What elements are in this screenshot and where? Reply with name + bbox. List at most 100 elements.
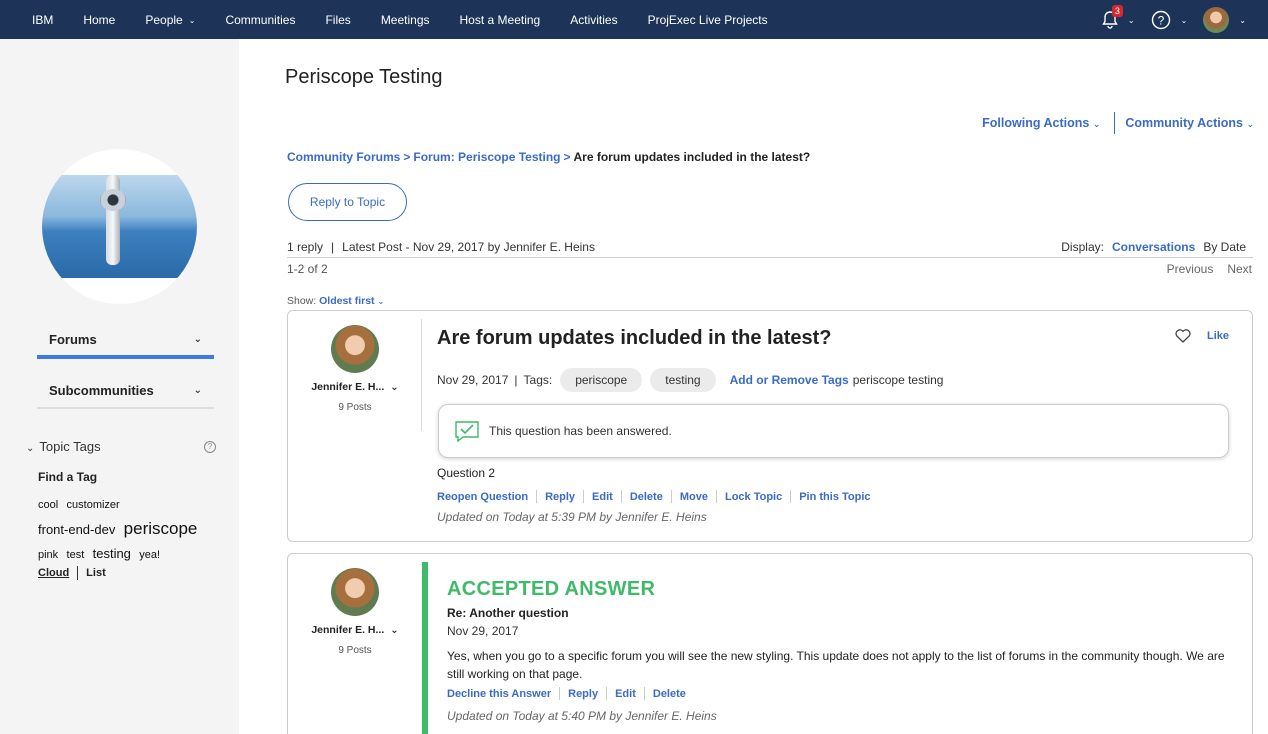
sidebar-tab-label: Forums (49, 331, 97, 347)
tag-cloud-item[interactable]: test (67, 549, 85, 561)
topic-stats-row: 1 reply | Latest Post - Nov 29, 2017 by Je… (287, 240, 1253, 258)
answer-body: Yes, when you go to a specific forum you… (447, 649, 1225, 681)
action-pin-this-topic[interactable]: Pin this Topic (799, 491, 870, 503)
nav-item-label: Host a Meeting (459, 12, 541, 27)
list-view-link[interactable]: List (86, 567, 106, 579)
chevron-down-icon: ⌄ (1092, 119, 1101, 129)
divider (1114, 112, 1116, 134)
tag-view-toggle: Cloud List (38, 566, 106, 580)
community-actions-menu[interactable]: Community Actions ⌄ (1125, 116, 1254, 130)
nav-right-tools: 3 ⌄ ? ⌄ ⌄ (1102, 0, 1246, 39)
reply-to-topic-button[interactable]: Reply to Topic (288, 183, 407, 221)
find-a-tag-link[interactable]: Find a Tag (38, 470, 97, 484)
previous-page-link[interactable]: Previous (1167, 262, 1214, 276)
add-remove-tags-link[interactable]: Add or Remove Tags (730, 373, 849, 387)
author-avatar[interactable] (331, 568, 379, 616)
like-label: Like (1206, 330, 1229, 342)
author-name[interactable]: Jennifer E. H... (311, 381, 384, 393)
action-reopen-question[interactable]: Reopen Question (437, 491, 528, 503)
author-name[interactable]: Jennifer E. H... (311, 624, 384, 636)
action-edit[interactable]: Edit (615, 688, 636, 700)
author-post-count: 9 Posts (338, 645, 372, 656)
show-label: Show: (287, 295, 317, 307)
display-label: Display: (1061, 240, 1104, 254)
latest-post-info: Latest Post - Nov 29, 2017 by Jennifer E… (342, 240, 595, 254)
answered-check-icon (455, 421, 479, 442)
sort-order-dropdown[interactable]: Oldest first ⌄ (319, 295, 384, 307)
author-avatar[interactable] (331, 325, 379, 373)
sidebar-tab-subcommunities[interactable]: Subcommunities ⌄ (37, 373, 214, 409)
divider (670, 490, 672, 503)
divider (620, 490, 622, 503)
help-icon[interactable]: ? (204, 440, 216, 453)
action-reply[interactable]: Reply (545, 491, 575, 503)
chevron-down-icon: ⌄ (1127, 16, 1135, 25)
tag-chip[interactable]: testing (650, 368, 716, 392)
display-by-date-option[interactable]: By Date (1203, 240, 1246, 257)
topic-title: Are forum updates included in the latest… (437, 327, 832, 349)
nav-item-meetings[interactable]: Meetings (366, 0, 445, 39)
action-move[interactable]: Move (680, 491, 708, 503)
chevron-down-icon[interactable]: ⌄ (390, 382, 398, 393)
tag-chip[interactable]: periscope (560, 368, 643, 392)
action-decline-this-answer[interactable]: Decline this Answer (447, 688, 551, 700)
action-reply[interactable]: Reply (568, 688, 598, 700)
action-lock-topic[interactable]: Lock Topic (725, 491, 782, 503)
nav-item-people[interactable]: People ⌄ (130, 0, 210, 39)
chevron-down-icon: ⌄ (188, 16, 196, 25)
action-edit[interactable]: Edit (592, 491, 613, 503)
like-button[interactable]: Like (1175, 329, 1229, 343)
tag-cloud-item[interactable]: pink (38, 549, 58, 561)
following-actions-menu[interactable]: Following Actions ⌄ (982, 116, 1100, 130)
answer-action-links: Decline this Answer Reply Edit Delete (447, 687, 686, 700)
nav-item-label: Files (325, 12, 351, 27)
chevron-down-icon[interactable]: ⌄ (390, 625, 398, 636)
cloud-view-link[interactable]: Cloud (38, 567, 69, 579)
display-conversations-option[interactable]: Conversations (1112, 240, 1195, 257)
nav-item-label: Activities (570, 12, 618, 27)
community-sidebar: Forums ⌄ Subcommunities ⌄ ⌄ Topic Tags ? … (0, 39, 239, 734)
tag-cloud-item[interactable]: customizer (67, 499, 120, 511)
divider (536, 490, 538, 503)
breadcrumb-community-forums[interactable]: Community Forums (287, 150, 400, 164)
nav-item-files[interactable]: Files (310, 0, 365, 39)
answer-title: Re: Another question (447, 606, 569, 620)
nav-item-host-a-meeting[interactable]: Host a Meeting (445, 0, 556, 39)
nav-item-label: Home (83, 12, 116, 27)
tags-label: Tags: (523, 373, 553, 387)
tag-cloud-item[interactable]: cool (38, 499, 58, 511)
accepted-answer-card: Jennifer E. H... ⌄ 9 Posts ACCEPTED ANSWE… (287, 553, 1253, 734)
next-page-link[interactable]: Next (1227, 262, 1252, 276)
tag-cloud-item[interactable]: front-end-dev (38, 522, 115, 537)
nav-item-projexec-live-projects[interactable]: ProjExec Live Projects (633, 0, 783, 39)
community-action-bar: Following Actions ⌄ Community Actions ⌄ (982, 112, 1254, 134)
top-navigation-bar: IBM Home People ⌄ Communities Files Meetings Ho… (0, 0, 1268, 39)
chevron-down-icon: ⌄ (26, 443, 35, 454)
tag-cloud-item[interactable]: testing (93, 546, 131, 561)
notifications-button[interactable]: 3 ⌄ (1102, 4, 1135, 29)
svg-text:?: ? (1157, 13, 1164, 27)
divider (790, 490, 792, 503)
topic-tags-header[interactable]: ⌄ Topic Tags ? (26, 439, 216, 454)
nav-item-communities[interactable]: Communities (210, 0, 310, 39)
breadcrumb-forum[interactable]: Forum: Periscope Testing (413, 150, 560, 164)
sidebar-tab-forums[interactable]: Forums ⌄ (37, 323, 214, 359)
accepted-answer-accent (422, 562, 428, 734)
divider (559, 687, 561, 700)
action-delete[interactable]: Delete (653, 688, 686, 700)
help-button[interactable]: ? ⌄ (1151, 10, 1188, 30)
chevron-down-icon: ⌄ (1180, 16, 1188, 25)
nav-item-home[interactable]: Home (68, 0, 130, 39)
action-delete[interactable]: Delete (630, 491, 663, 503)
nav-item-activities[interactable]: Activities (555, 0, 632, 39)
chevron-down-icon: ⌄ (377, 297, 385, 306)
tag-cloud: cool customizer front-end-dev periscope … (38, 492, 208, 567)
tag-cloud-item[interactable]: yea! (139, 549, 160, 561)
post-author: Jennifer E. H... ⌄ 9 Posts (288, 311, 422, 413)
user-menu-button[interactable]: ⌄ (1203, 6, 1246, 33)
divider (715, 490, 717, 503)
divider (606, 687, 608, 700)
divider (77, 566, 79, 580)
tag-cloud-item[interactable]: periscope (124, 519, 198, 538)
nav-item-ibm[interactable]: IBM (0, 0, 68, 39)
